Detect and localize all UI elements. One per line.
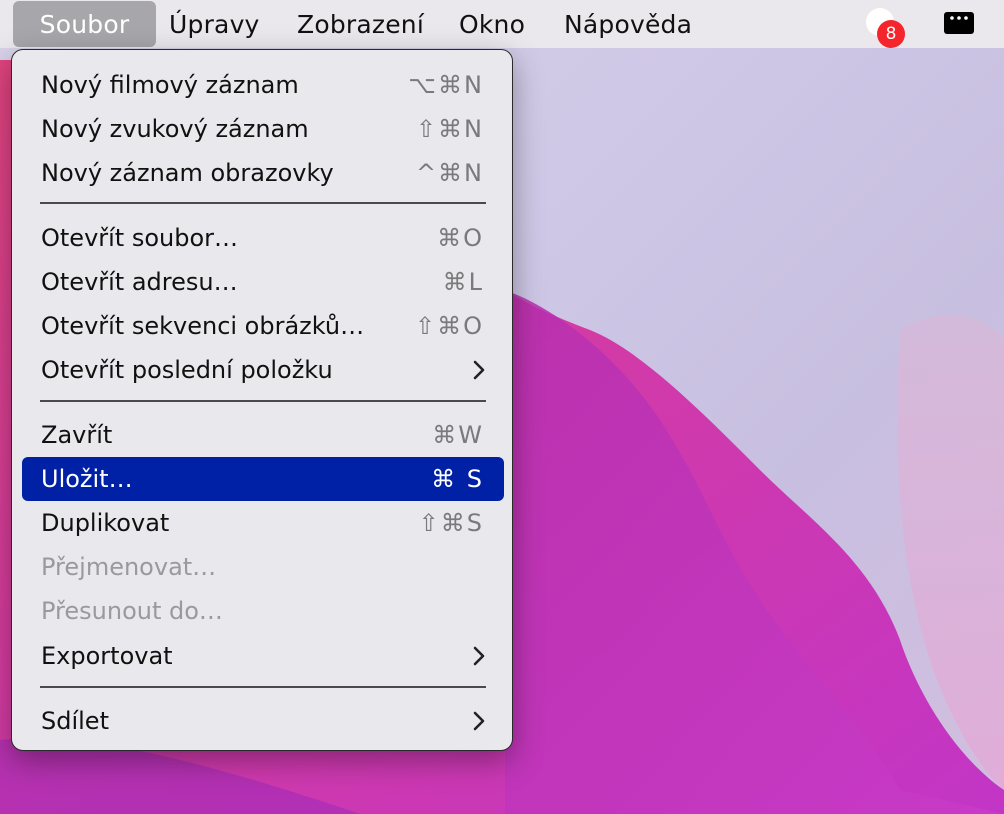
menu-item-shortcut: ⌘ S <box>431 465 484 493</box>
menu-item-shortcut: ⇧⌘S <box>418 509 484 537</box>
menu-item-label: Nový filmový záznam <box>41 71 299 99</box>
menu-separator <box>40 400 486 402</box>
menubar-item-label: Zobrazení <box>297 9 424 39</box>
menubar-item-label: Úpravy <box>169 9 260 39</box>
menubar-item-label: Soubor <box>39 9 130 39</box>
menu-item-label: Otevřít soubor… <box>41 224 239 252</box>
menubar-item-soubor[interactable]: Soubor <box>13 1 156 47</box>
menu-item-label: Přesunout do… <box>41 597 223 625</box>
menu-item-label: Nový záznam obrazovky <box>41 159 334 187</box>
menu-item-open-location[interactable]: Otevřít adresu… ⌘L <box>22 260 504 304</box>
menu-item-label: Duplikovat <box>41 509 170 537</box>
menubar-item-okno[interactable]: Okno <box>459 0 525 48</box>
menubar-item-upravy[interactable]: Úpravy <box>169 0 260 48</box>
chevron-right-icon <box>473 711 485 731</box>
menu-item-label: Otevřít poslední položku <box>41 356 333 384</box>
menu-item-shortcut: ⌘W <box>432 421 484 449</box>
menu-item-shortcut: ⌘L <box>442 268 484 296</box>
menu-item-open-file[interactable]: Otevřít soubor… ⌘O <box>22 216 504 260</box>
menu-item-shortcut: ⌥⌘N <box>408 71 484 99</box>
menu-item-shortcut: ⌘O <box>437 224 484 252</box>
menubar-item-label: Nápověda <box>564 9 693 39</box>
menu-item-label: Uložit… <box>41 465 133 493</box>
menu-item-export[interactable]: Exportovat <box>22 634 504 678</box>
menu-separator <box>40 686 486 688</box>
menu-item-duplicate[interactable]: Duplikovat ⇧⌘S <box>22 501 504 545</box>
menu-item-label: Přejmenovat… <box>41 553 217 581</box>
file-menu: Nový filmový záznam ⌥⌘N Nový zvukový záz… <box>11 49 513 751</box>
menu-item-label: Zavřít <box>41 421 113 449</box>
menu-item-label: Sdílet <box>41 707 109 735</box>
menu-item-label: Otevřít adresu… <box>41 268 238 296</box>
menu-item-new-movie-recording[interactable]: Nový filmový záznam ⌥⌘N <box>22 63 504 107</box>
menubar-item-label: Okno <box>459 9 526 39</box>
menu-item-shortcut: ⇧⌘N <box>415 115 484 143</box>
menu-item-label: Nový zvukový záznam <box>41 115 309 143</box>
menu-item-close[interactable]: Zavřít ⌘W <box>22 413 504 457</box>
menu-item-save[interactable]: Uložit… ⌘ S <box>22 457 504 501</box>
notification-badge: 8 <box>877 20 905 48</box>
menu-item-shortcut: ⇧⌘O <box>415 312 484 340</box>
menu-item-open-recent[interactable]: Otevřít poslední položku <box>22 348 504 392</box>
control-strip-icon[interactable] <box>943 11 975 35</box>
menu-item-new-audio-recording[interactable]: Nový zvukový záznam ⇧⌘N <box>22 107 504 151</box>
notification-status-item[interactable]: 8 <box>866 6 905 48</box>
menu-item-shortcut: ^⌘N <box>415 159 484 187</box>
menu-item-rename: Přejmenovat… <box>22 545 504 589</box>
menu-item-new-screen-recording[interactable]: Nový záznam obrazovky ^⌘N <box>22 151 504 195</box>
menu-item-label: Otevřít sekvenci obrázků… <box>41 312 365 340</box>
menu-item-label: Exportovat <box>41 642 173 670</box>
menu-item-move-to: Přesunout do… <box>22 589 504 633</box>
menu-bar: Soubor Úpravy Zobrazení Okno Nápověda 8 <box>0 0 1004 48</box>
menu-item-share[interactable]: Sdílet <box>22 699 504 743</box>
chevron-right-icon <box>473 360 485 380</box>
menubar-item-napoveda[interactable]: Nápověda <box>564 0 692 48</box>
menu-separator <box>40 202 486 204</box>
menubar-item-zobrazeni[interactable]: Zobrazení <box>297 0 424 48</box>
menu-item-open-image-sequence[interactable]: Otevřít sekvenci obrázků… ⇧⌘O <box>22 304 504 348</box>
chevron-right-icon <box>473 646 485 666</box>
